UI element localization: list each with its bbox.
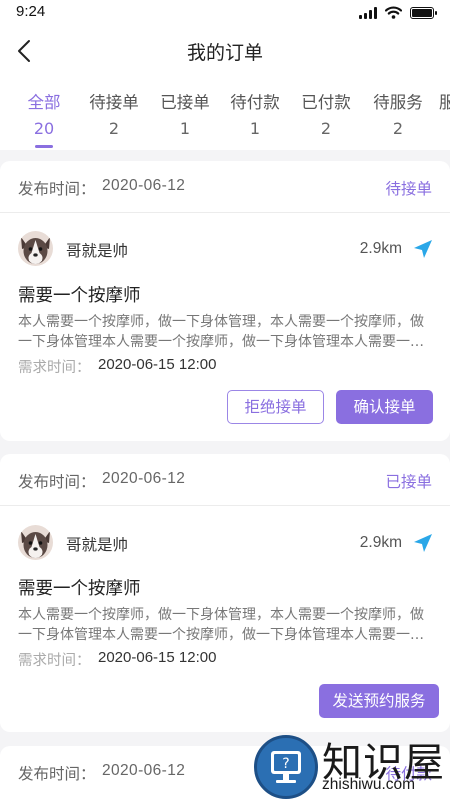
tab-label: 已接单 — [160, 93, 210, 112]
tab-all[interactable]: 全部 20 — [9, 89, 79, 138]
tab-label: 已付款 — [301, 93, 351, 112]
status-time: 9:24 — [16, 3, 46, 20]
publish-time-label: 发布时间： — [18, 765, 96, 783]
battery-icon — [410, 6, 437, 19]
user-name: 哥就是帅 — [66, 536, 129, 554]
tab-pending-payment[interactable]: 待付款 1 — [220, 89, 290, 138]
tab-label: 待接单 — [89, 93, 139, 112]
tab-label: 服 — [439, 93, 450, 112]
order-card-header: 发布时间： 2020-06-12 待接单 — [0, 161, 450, 213]
watermark-url: zhishiwu.com — [322, 776, 416, 793]
tab-count: 2 — [392, 119, 404, 138]
location-arrow-icon[interactable] — [413, 239, 433, 259]
tab-paid[interactable]: 已付款 2 — [291, 89, 361, 138]
tab-count: 2 — [320, 119, 332, 138]
tab-count: 20 — [33, 119, 55, 138]
publish-time-label: 发布时间： — [18, 473, 96, 491]
publish-time-label: 发布时间： — [18, 180, 96, 198]
order-card[interactable]: 发布时间： 2020-06-12 已接单 哥就是帅 2.9km 需要一个按摩师 … — [0, 454, 450, 732]
user-name: 哥就是帅 — [66, 242, 129, 260]
tab-count: 1 — [249, 119, 261, 138]
order-title: 需要一个按摩师 — [18, 579, 141, 599]
tab-label: 待服务 — [373, 93, 423, 112]
need-time-value: 2020-06-15 12:00 — [98, 356, 217, 373]
order-card-header: 发布时间： 2020-06-12 已接单 — [0, 454, 450, 506]
tab-pending-service[interactable]: 待服务 2 — [363, 89, 433, 138]
avatar — [18, 525, 53, 560]
tab-accepted[interactable]: 已接单 1 — [150, 89, 220, 138]
publish-date: 2020-06-12 — [102, 762, 186, 779]
need-time-value: 2020-06-15 12:00 — [98, 649, 217, 666]
publish-date: 2020-06-12 — [102, 177, 186, 194]
order-description: 本人需要一个按摩师，做一下身体管理，本人需要一个按摩师，做一下身体管理本人需要一… — [18, 314, 424, 350]
nav-bar: 我的订单 — [0, 26, 450, 76]
need-time-label: 需求时间： — [18, 360, 91, 376]
avatar — [18, 231, 53, 266]
confirm-order-button[interactable]: 确认接单 — [336, 390, 433, 424]
reject-order-button[interactable]: 拒绝接单 — [227, 390, 324, 424]
wifi-icon — [385, 6, 402, 19]
send-appointment-button[interactable]: 发送预约服务 — [319, 684, 439, 718]
active-tab-indicator — [35, 145, 53, 148]
order-status-tabs: 全部 20 待接单 2 已接单 1 待付款 1 已付款 2 待服务 2 服 — [0, 76, 450, 150]
order-status: 已接单 — [385, 473, 432, 491]
need-time-label: 需求时间： — [18, 653, 91, 669]
signal-icon — [359, 6, 377, 19]
svg-text:?: ? — [282, 756, 289, 772]
tab-service-partial[interactable]: 服 — [439, 89, 450, 119]
order-card[interactable]: 发布时间： 2020-06-12 待接单 哥就是帅 2.9km 需要一个按摩师 … — [0, 161, 450, 441]
publish-date: 2020-06-12 — [102, 470, 186, 487]
tab-label: 待付款 — [230, 93, 280, 112]
tab-pending-accept[interactable]: 待接单 2 — [79, 89, 149, 138]
distance: 2.9km — [359, 240, 402, 257]
tab-count: 2 — [108, 119, 120, 138]
order-description: 本人需要一个按摩师，做一下身体管理，本人需要一个按摩师，做一下身体管理本人需要一… — [18, 607, 424, 643]
page-title: 我的订单 — [186, 42, 263, 64]
status-bar: 9:24 — [0, 0, 450, 26]
order-title: 需要一个按摩师 — [18, 286, 141, 306]
location-arrow-icon[interactable] — [413, 533, 433, 553]
order-status: 待接单 — [385, 180, 432, 198]
tab-count: 1 — [179, 119, 191, 138]
distance: 2.9km — [359, 534, 402, 551]
status-icons — [359, 6, 437, 19]
watermark-logo: ? — [254, 735, 318, 799]
tab-label: 全部 — [27, 93, 61, 112]
